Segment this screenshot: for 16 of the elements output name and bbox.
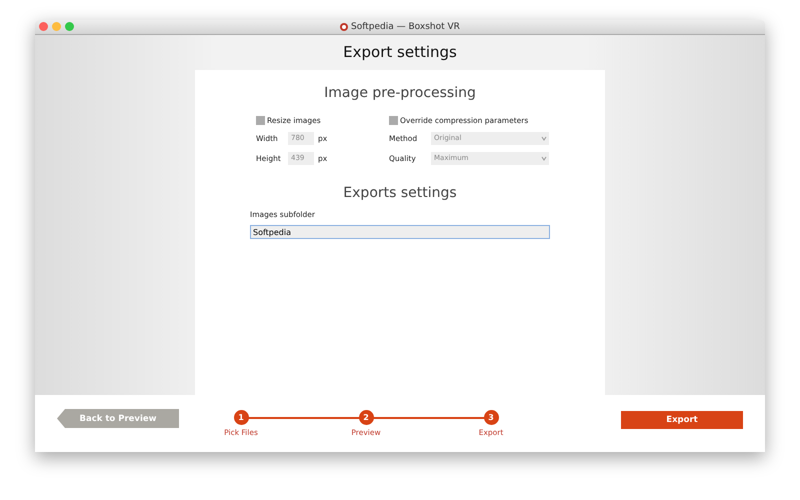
section-title: Exports settings (343, 185, 457, 201)
window-title: Softpedia — Boxshot VR (351, 22, 460, 32)
minimize-button[interactable] (52, 22, 61, 31)
step-number: 1 (234, 410, 248, 425)
input-field[interactable]: Softpedia (250, 225, 550, 239)
app-icon (340, 23, 348, 31)
export-button[interactable]: Export (621, 410, 743, 428)
close-button[interactable] (39, 22, 48, 31)
page-heading: Export settings (343, 43, 457, 61)
section-title: Image pre-processing (324, 85, 476, 101)
step-number: 3 (484, 410, 498, 425)
step-number: 2 (358, 410, 374, 425)
checkbox[interactable] (256, 116, 265, 124)
back-button[interactable]: Back to Preview (57, 409, 179, 428)
zoom-button[interactable] (65, 22, 74, 31)
checkbox[interactable] (389, 116, 398, 124)
